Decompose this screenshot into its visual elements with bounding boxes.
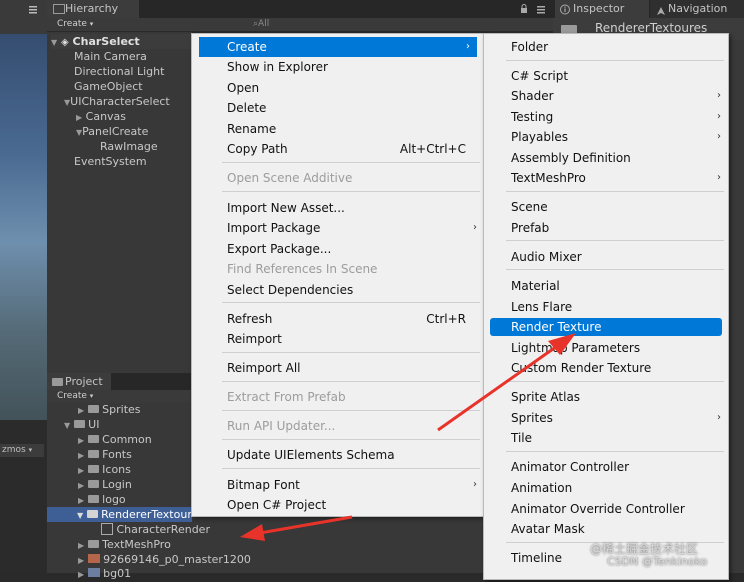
red-arrow-to-character-render <box>240 515 353 541</box>
red-arrow-to-render-texture <box>437 333 576 432</box>
annotation-overlay <box>240 333 576 541</box>
watermark-line-2: CSDN @Tenkinoko <box>607 555 708 568</box>
